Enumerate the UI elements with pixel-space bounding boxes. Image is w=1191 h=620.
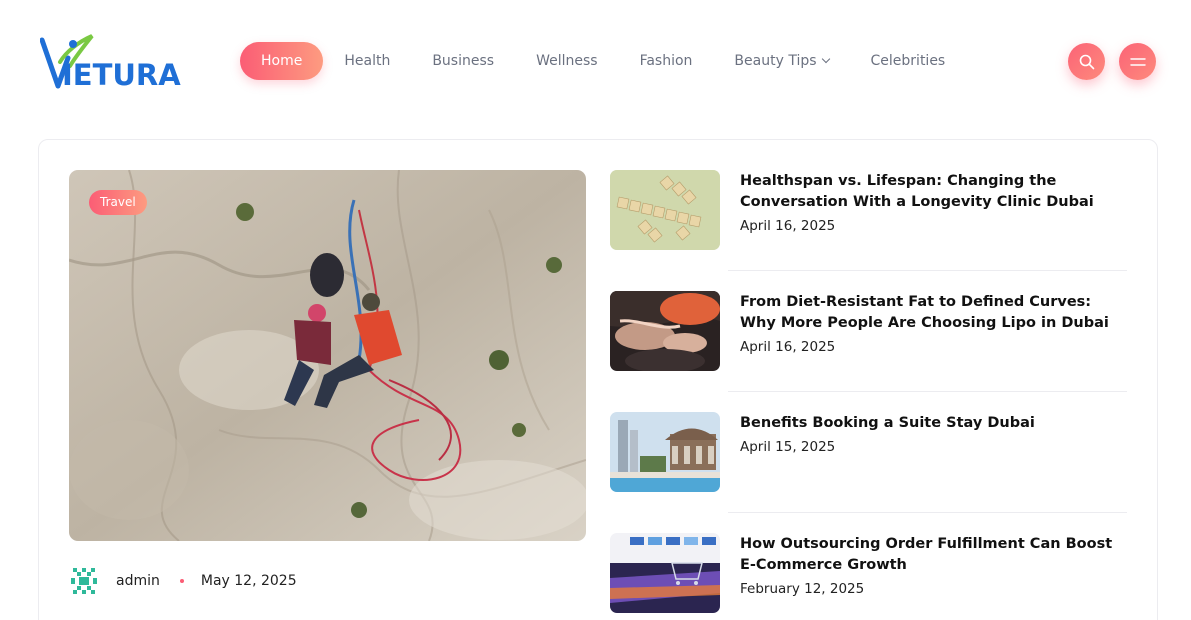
list-item[interactable]: Benefits Booking a Suite Stay Dubai Apri… [610,412,1128,492]
post-author[interactable]: admin [116,573,160,589]
hotel-pool-image [610,412,720,492]
post-title[interactable]: How Outsourcing Order Fulfillment Can Bo… [740,534,1120,576]
category-tag[interactable]: Travel [89,190,147,215]
nav-item-celebrities[interactable]: Celebrities [871,42,946,80]
post-thumbnail[interactable] [610,170,720,250]
nav-item-health[interactable]: Health [344,42,390,80]
featured-post-meta: admin May 12, 2025 [69,566,297,596]
post-date: February 12, 2025 [740,581,865,597]
nav-item-beauty-tips[interactable]: Beauty Tips [734,42,830,80]
search-icon [1079,54,1094,69]
post-thumbnail[interactable] [610,291,720,371]
site-header: IETURA Home Health Business Wellness Fas… [0,0,1191,120]
list-item[interactable]: Healthspan vs. Lifespan: Changing the Co… [610,170,1128,250]
featured-post-image[interactable] [69,170,586,541]
post-date: April 16, 2025 [740,339,836,355]
search-button[interactable] [1068,43,1105,80]
menu-button[interactable] [1119,43,1156,80]
nav-item-beauty-tips-label: Beauty Tips [734,53,817,69]
list-divider [728,270,1127,271]
logo-wordmark: IETURA [62,58,181,92]
post-date: May 12, 2025 [200,573,297,589]
list-divider [728,512,1127,513]
list-item[interactable]: How Outsourcing Order Fulfillment Can Bo… [610,533,1128,613]
climbing-photo [69,170,586,541]
nav-item-business[interactable]: Business [432,42,494,80]
post-title[interactable]: From Diet-Resistant Fat to Defined Curve… [740,292,1120,334]
body-contouring-image [610,291,720,371]
nav-item-fashion[interactable]: Fashion [640,42,693,80]
post-title[interactable]: Benefits Booking a Suite Stay Dubai [740,413,1120,434]
avatar[interactable] [69,566,99,596]
meta-separator-dot [179,579,184,583]
list-item[interactable]: From Diet-Resistant Fat to Defined Curve… [610,291,1128,371]
post-thumbnail[interactable] [610,533,720,613]
chevron-down-icon [821,54,830,64]
scrabble-tiles-image [610,170,720,250]
nav-item-wellness[interactable]: Wellness [536,42,598,80]
nav-item-home[interactable]: Home [240,42,324,80]
list-divider [728,391,1127,392]
main-nav: Home Health Business Wellness Fashion Be… [240,42,945,80]
post-title[interactable]: Healthspan vs. Lifespan: Changing the Co… [740,171,1120,213]
ecommerce-cart-image [610,533,720,613]
post-date: April 15, 2025 [740,439,836,455]
post-date: April 16, 2025 [740,218,836,234]
hamburger-menu-icon [1129,57,1146,66]
site-logo[interactable]: IETURA [40,34,190,92]
post-thumbnail[interactable] [610,412,720,492]
